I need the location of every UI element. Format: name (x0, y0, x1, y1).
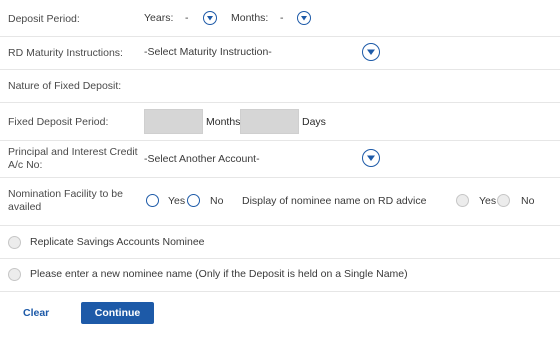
maturity-instructions-select[interactable]: -Select Maturity Instruction- (144, 46, 272, 58)
years-dropdown-button[interactable] (203, 11, 217, 25)
credit-account-label-line1: Principal and Interest Credit (8, 146, 138, 158)
nomination-label-line1: Nomination Facility to be (8, 188, 123, 200)
continue-button[interactable]: Continue (81, 302, 154, 324)
display-no-radio[interactable] (497, 194, 510, 207)
maturity-instructions-row: RD Maturity Instructions: -Select Maturi… (0, 37, 560, 70)
nature-row: Nature of Fixed Deposit: (0, 70, 560, 103)
chevron-down-icon (207, 16, 213, 21)
display-yes-label: Yes (479, 195, 497, 207)
new-nominee-row: Please enter a new nominee name (Only if… (0, 259, 560, 292)
nomination-row: Nomination Facility to be availed Yes No… (0, 178, 560, 226)
years-label: Years: (144, 12, 174, 24)
months-value: - (280, 12, 284, 24)
display-no-label: No (521, 195, 535, 207)
nomination-label-line2: availed (8, 201, 42, 213)
replicate-nominee-radio[interactable] (8, 236, 21, 249)
years-value: - (185, 12, 189, 24)
display-nominee-label: Display of nominee name on RD advice (242, 195, 427, 207)
months-label: Months: (231, 12, 269, 24)
fd-days-label: Days (302, 116, 326, 128)
credit-account-label-line2: A/c No: (8, 159, 43, 171)
nomination-yes-label: Yes (168, 195, 186, 207)
maturity-instructions-label: RD Maturity Instructions: (8, 47, 123, 59)
deposit-period-label: Deposit Period: (8, 13, 80, 25)
fd-days-input[interactable] (240, 109, 299, 134)
credit-account-row: Principal and Interest Credit A/c No: -S… (0, 141, 560, 178)
chevron-down-icon (367, 155, 375, 161)
deposit-period-row: Deposit Period: Years: - Months: - (0, 0, 560, 37)
clear-button[interactable]: Clear (23, 307, 49, 319)
replicate-nominee-label: Replicate Savings Accounts Nominee (30, 236, 205, 248)
chevron-down-icon (367, 49, 375, 55)
fd-months-label: Months (206, 116, 241, 128)
nature-of-fd-label: Nature of Fixed Deposit: (8, 80, 122, 92)
new-nominee-radio[interactable] (8, 268, 21, 281)
months-dropdown-button[interactable] (297, 11, 311, 25)
fd-period-label: Fixed Deposit Period: (8, 116, 109, 128)
chevron-down-icon (301, 16, 307, 21)
replicate-nominee-row: Replicate Savings Accounts Nominee (0, 226, 560, 259)
display-yes-radio[interactable] (456, 194, 469, 207)
maturity-dropdown-button[interactable] (362, 43, 380, 61)
new-nominee-label: Please enter a new nominee name (Only if… (30, 268, 408, 280)
nomination-no-radio[interactable] (187, 194, 200, 207)
fd-months-input[interactable] (144, 109, 203, 134)
credit-account-dropdown-button[interactable] (362, 149, 380, 167)
nomination-yes-radio[interactable] (146, 194, 159, 207)
credit-account-select[interactable]: -Select Another Account- (144, 153, 260, 165)
nomination-no-label: No (210, 195, 224, 207)
fd-period-row: Fixed Deposit Period: Months Days (0, 103, 560, 141)
